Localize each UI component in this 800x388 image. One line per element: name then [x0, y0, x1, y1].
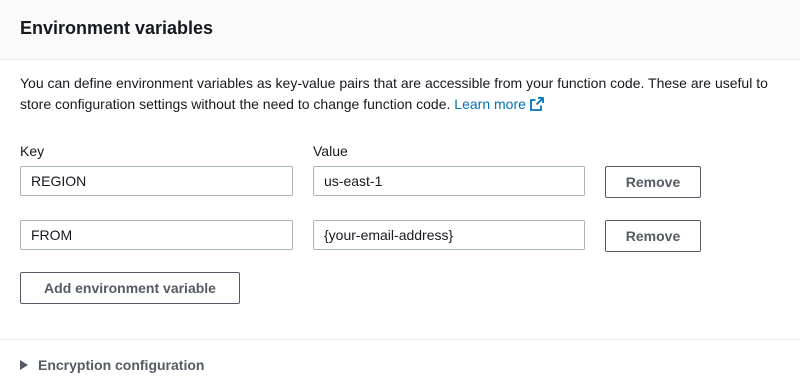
encryption-configuration-toggle[interactable]: Encryption configuration — [20, 356, 204, 374]
value-input-from[interactable] — [313, 220, 585, 250]
learn-more-link[interactable]: Learn more — [454, 96, 544, 112]
remove-button-from[interactable]: Remove — [605, 220, 701, 252]
section-divider — [0, 339, 800, 340]
remove-button-region[interactable]: Remove — [605, 166, 701, 198]
encryption-configuration-label: Encryption configuration — [38, 357, 205, 373]
key-input-from[interactable] — [20, 220, 293, 250]
caret-right-icon — [20, 360, 28, 370]
section-title: Environment variables — [20, 18, 214, 38]
key-column-label: Key — [20, 143, 45, 159]
value-column-label: Value — [313, 143, 348, 159]
value-input-region[interactable] — [313, 166, 585, 196]
external-link-icon — [529, 97, 544, 111]
section-header: Environment variables — [0, 0, 800, 60]
key-input-region[interactable] — [20, 166, 293, 196]
add-environment-variable-button[interactable]: Add environment variable — [20, 272, 240, 304]
section-description: You can define environment variables as … — [20, 73, 790, 115]
learn-more-label: Learn more — [454, 96, 526, 112]
description-text: You can define environment variables as … — [20, 75, 768, 112]
